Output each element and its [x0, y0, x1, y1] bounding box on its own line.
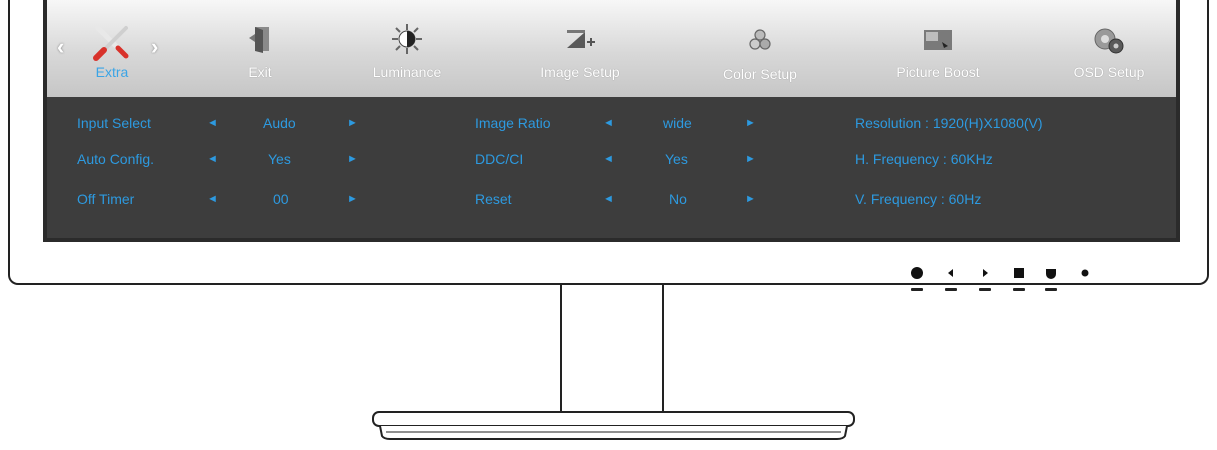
menu-item-exit[interactable]: Exit — [225, 0, 295, 97]
menu-button-icon[interactable] — [1012, 266, 1026, 280]
menu-next-arrow[interactable]: › — [151, 34, 158, 60]
power-led-icon — [1078, 266, 1092, 280]
setting-row-ddc-ci[interactable]: DDC/CI ◄ Yes ► — [475, 147, 815, 171]
monitor-stand-neck — [560, 285, 664, 420]
osd-settings-panel: Input Select ◄ Audo ► Auto Config. ◄ Yes… — [47, 97, 1176, 238]
osd-gears-icon — [1092, 26, 1126, 61]
v-frequency-text: V. Frequency : 60Hz — [855, 191, 982, 207]
setting-label: DDC/CI — [475, 151, 524, 167]
menu-label-picture-boost: Picture Boost — [896, 64, 980, 80]
menu-item-color-setup[interactable]: Color Setup — [705, 0, 815, 97]
setting-row-off-timer[interactable]: Off Timer ◄ 00 ► — [47, 187, 427, 211]
button-tick — [1013, 288, 1025, 291]
increase-arrow-icon[interactable]: ► — [347, 187, 358, 211]
menu-item-extra[interactable]: Extra — [77, 0, 147, 97]
setting-value: 00 — [273, 191, 289, 207]
increase-arrow-icon[interactable]: ► — [347, 111, 358, 135]
menu-item-picture-boost[interactable]: Picture Boost — [883, 0, 993, 97]
increase-arrow-icon[interactable]: ► — [347, 147, 358, 171]
setting-label: Input Select — [77, 115, 151, 131]
auto-button-icon[interactable] — [1044, 266, 1058, 280]
exit-door-icon — [247, 24, 273, 59]
menu-label-extra: Extra — [95, 64, 129, 80]
tools-icon — [92, 22, 132, 67]
button-tick — [945, 288, 957, 291]
h-frequency-text: H. Frequency : 60KHz — [855, 151, 993, 167]
menu-label-exit: Exit — [248, 64, 272, 80]
increase-arrow-icon[interactable]: ► — [745, 147, 756, 171]
osd-menu-bar: ‹ › Extra Exit Luminance Image Setup Col… — [47, 0, 1176, 97]
brightness-contrast-icon — [390, 22, 424, 61]
resolution-text: Resolution : 1920(H)X1080(V) — [855, 115, 1043, 131]
menu-item-osd-setup[interactable]: OSD Setup — [1059, 0, 1159, 97]
power-button-icon[interactable] — [910, 266, 924, 280]
setting-value: No — [669, 191, 687, 207]
right-button-icon[interactable] — [978, 266, 992, 280]
setting-label: Off Timer — [77, 191, 135, 207]
setting-label: Auto Config. — [77, 151, 155, 167]
decrease-arrow-icon[interactable]: ◄ — [207, 111, 218, 135]
setting-value: wide — [663, 115, 692, 131]
setting-value: Audo — [263, 115, 296, 131]
increase-arrow-icon[interactable]: ► — [745, 111, 756, 135]
setting-row-reset[interactable]: Reset ◄ No ► — [475, 187, 815, 211]
decrease-arrow-icon[interactable]: ◄ — [603, 187, 614, 211]
increase-arrow-icon[interactable]: ► — [745, 187, 756, 211]
button-tick — [911, 288, 923, 291]
menu-label-color-setup: Color Setup — [723, 66, 797, 82]
decrease-arrow-icon[interactable]: ◄ — [207, 187, 218, 211]
decrease-arrow-icon[interactable]: ◄ — [603, 147, 614, 171]
left-button-icon[interactable] — [944, 266, 958, 280]
menu-label-image-setup: Image Setup — [540, 64, 620, 80]
setting-label: Reset — [475, 191, 512, 207]
button-tick — [979, 288, 991, 291]
setting-row-input-select[interactable]: Input Select ◄ Audo ► — [47, 111, 427, 135]
image-setup-icon — [563, 26, 597, 59]
decrease-arrow-icon[interactable]: ◄ — [603, 111, 614, 135]
color-circles-icon — [748, 28, 772, 57]
setting-row-auto-config[interactable]: Auto Config. ◄ Yes ► — [47, 147, 427, 171]
button-tick — [1045, 288, 1057, 291]
menu-item-image-setup[interactable]: Image Setup — [525, 0, 635, 97]
menu-prev-arrow[interactable]: ‹ — [57, 34, 64, 60]
menu-item-luminance[interactable]: Luminance — [357, 0, 457, 97]
setting-value: Yes — [268, 151, 291, 167]
monitor-screen: ‹ › Extra Exit Luminance Image Setup Col… — [43, 0, 1180, 242]
menu-label-luminance: Luminance — [372, 64, 442, 80]
setting-value: Yes — [665, 151, 688, 167]
menu-label-osd-setup: OSD Setup — [1073, 64, 1145, 80]
setting-label: Image Ratio — [475, 115, 551, 131]
decrease-arrow-icon[interactable]: ◄ — [207, 147, 218, 171]
setting-row-image-ratio[interactable]: Image Ratio ◄ wide ► — [475, 111, 815, 135]
monitor-stand-base — [372, 411, 855, 440]
picture-boost-icon — [922, 28, 954, 57]
